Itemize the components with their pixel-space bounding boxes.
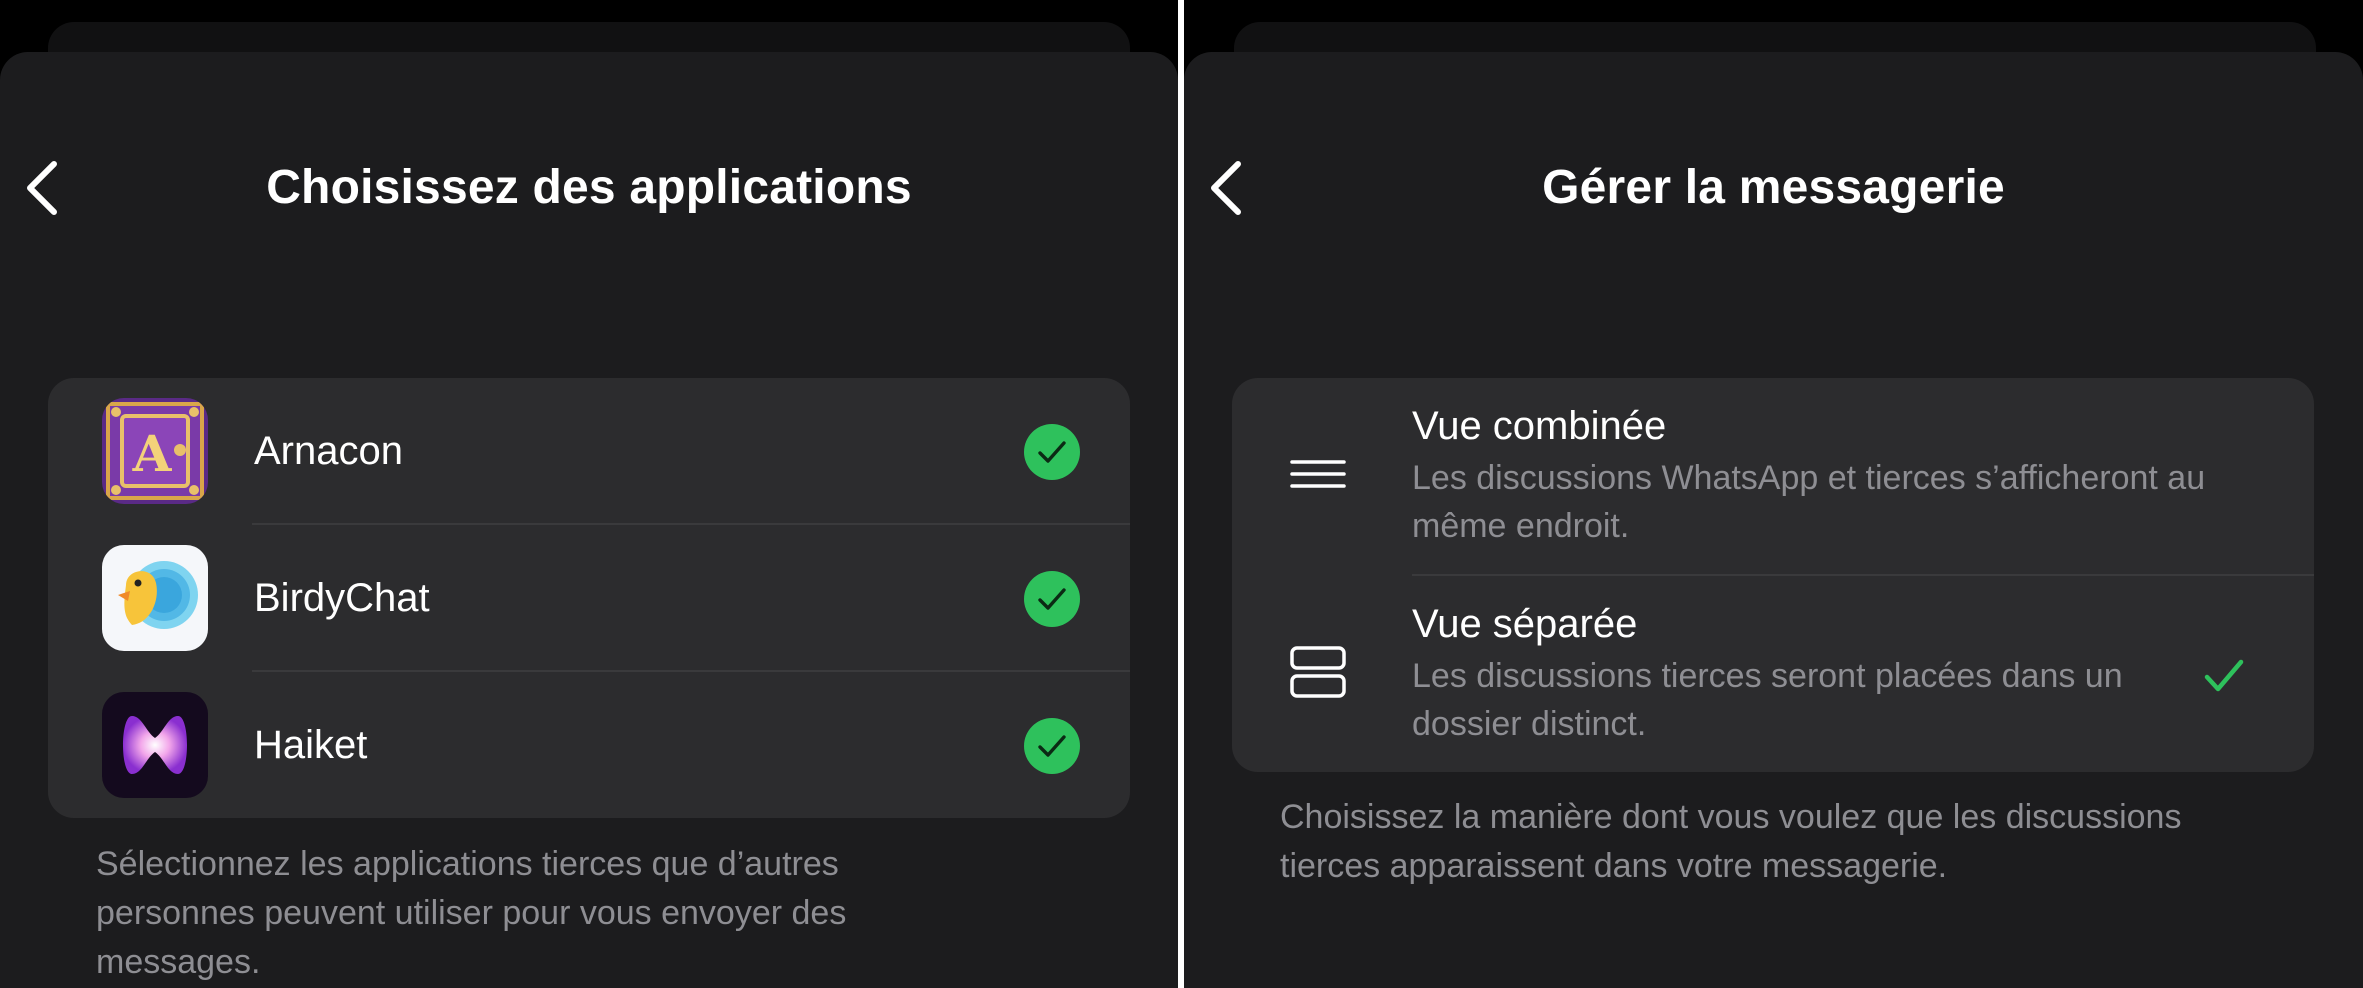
page-title: Gérer la messagerie (1542, 161, 2005, 214)
separated-view-icon (1286, 644, 1350, 704)
view-options-list: Vue combinée Les discussions WhatsApp et… (1232, 378, 2314, 772)
combined-view-icon (1286, 446, 1350, 506)
option-separated-view[interactable]: Vue séparée Les discussions tierces sero… (1232, 576, 2314, 772)
choose-apps-screen: Choisissez des applications A Arnacon Bi… (0, 0, 1178, 988)
birdychat-app-icon (102, 545, 208, 651)
selected-check-icon[interactable] (1024, 424, 1080, 480)
selected-check-icon[interactable] (1024, 571, 1080, 627)
app-row-haiket[interactable]: Haiket (48, 672, 1130, 818)
option-description: Les discussions WhatsApp et tierces s’af… (1412, 459, 2206, 545)
app-name: Haiket (254, 723, 368, 767)
option-title: Vue séparée (1412, 602, 1638, 646)
app-name: Arnacon (254, 429, 403, 473)
checkmark-icon (2200, 652, 2248, 700)
option-title: Vue combinée (1412, 404, 1667, 448)
helper-text: Choisissez la manière dont vous voulez q… (1280, 798, 2182, 885)
option-description: Les discussions tierces seront placées d… (1412, 657, 2123, 743)
svg-text:A: A (132, 424, 173, 483)
app-row-birdychat[interactable]: BirdyChat (48, 525, 1130, 672)
helper-text: Sélectionnez les applications tierces qu… (96, 845, 847, 981)
arnacon-app-icon: A (102, 398, 208, 504)
app-row-arnacon[interactable]: A Arnacon (48, 378, 1130, 525)
selected-check-icon[interactable] (1024, 718, 1080, 774)
sheet: Gérer la messagerie Vue combinée Les dis… (1184, 52, 2363, 988)
page-title: Choisissez des applications (266, 161, 912, 214)
app-list: A Arnacon BirdyChat Haiket (48, 378, 1130, 818)
haiket-app-icon (102, 692, 208, 798)
sheet: Choisissez des applications A Arnacon Bi… (0, 52, 1178, 988)
option-combined-view[interactable]: Vue combinée Les discussions WhatsApp et… (1232, 378, 2314, 576)
manage-messaging-screen: Gérer la messagerie Vue combinée Les dis… (1184, 0, 2363, 988)
app-name: BirdyChat (254, 576, 430, 620)
